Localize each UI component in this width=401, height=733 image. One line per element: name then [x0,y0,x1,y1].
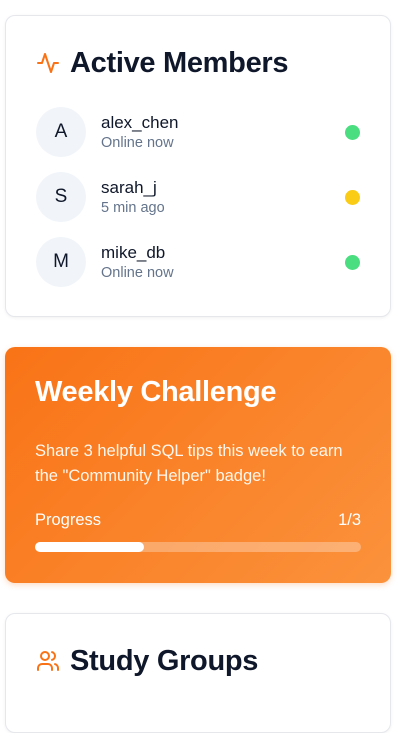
member-row[interactable]: M mike_db Online now [36,237,360,287]
users-icon [37,651,59,671]
member-row[interactable]: A alex_chen Online now [36,107,360,157]
challenge-title: Weekly Challenge [35,376,277,408]
member-status: 5 min ago [101,199,165,216]
study-groups-card: Study Groups [5,613,391,733]
away-status-dot [345,190,360,205]
avatar: S [36,172,86,222]
weekly-challenge-card: Weekly Challenge Share 3 helpful SQL tip… [5,347,391,583]
activity-icon [37,53,59,73]
active-members-card: Active Members A alex_chen Online now S … [5,15,391,317]
avatar: M [36,237,86,287]
member-name: alex_chen [101,112,179,132]
study-groups-title: Study Groups [70,645,259,677]
member-status: Online now [101,264,174,281]
member-row[interactable]: S sarah_j 5 min ago [36,172,360,222]
challenge-description: Share 3 helpful SQL tips this week to ea… [35,442,343,485]
active-members-header: Active Members [36,46,289,80]
avatar: A [36,107,86,157]
member-status: Online now [101,134,174,151]
progress-value: 1/3 [338,511,361,529]
member-name: sarah_j [101,177,157,197]
member-name: mike_db [101,242,166,262]
online-status-dot [345,255,360,270]
online-status-dot [345,125,360,140]
progress-bar [35,542,361,552]
progress-label: Progress [35,511,102,529]
active-members-title: Active Members [70,47,289,79]
study-groups-header: Study Groups [36,644,258,678]
progress-bar-fill [35,542,144,552]
